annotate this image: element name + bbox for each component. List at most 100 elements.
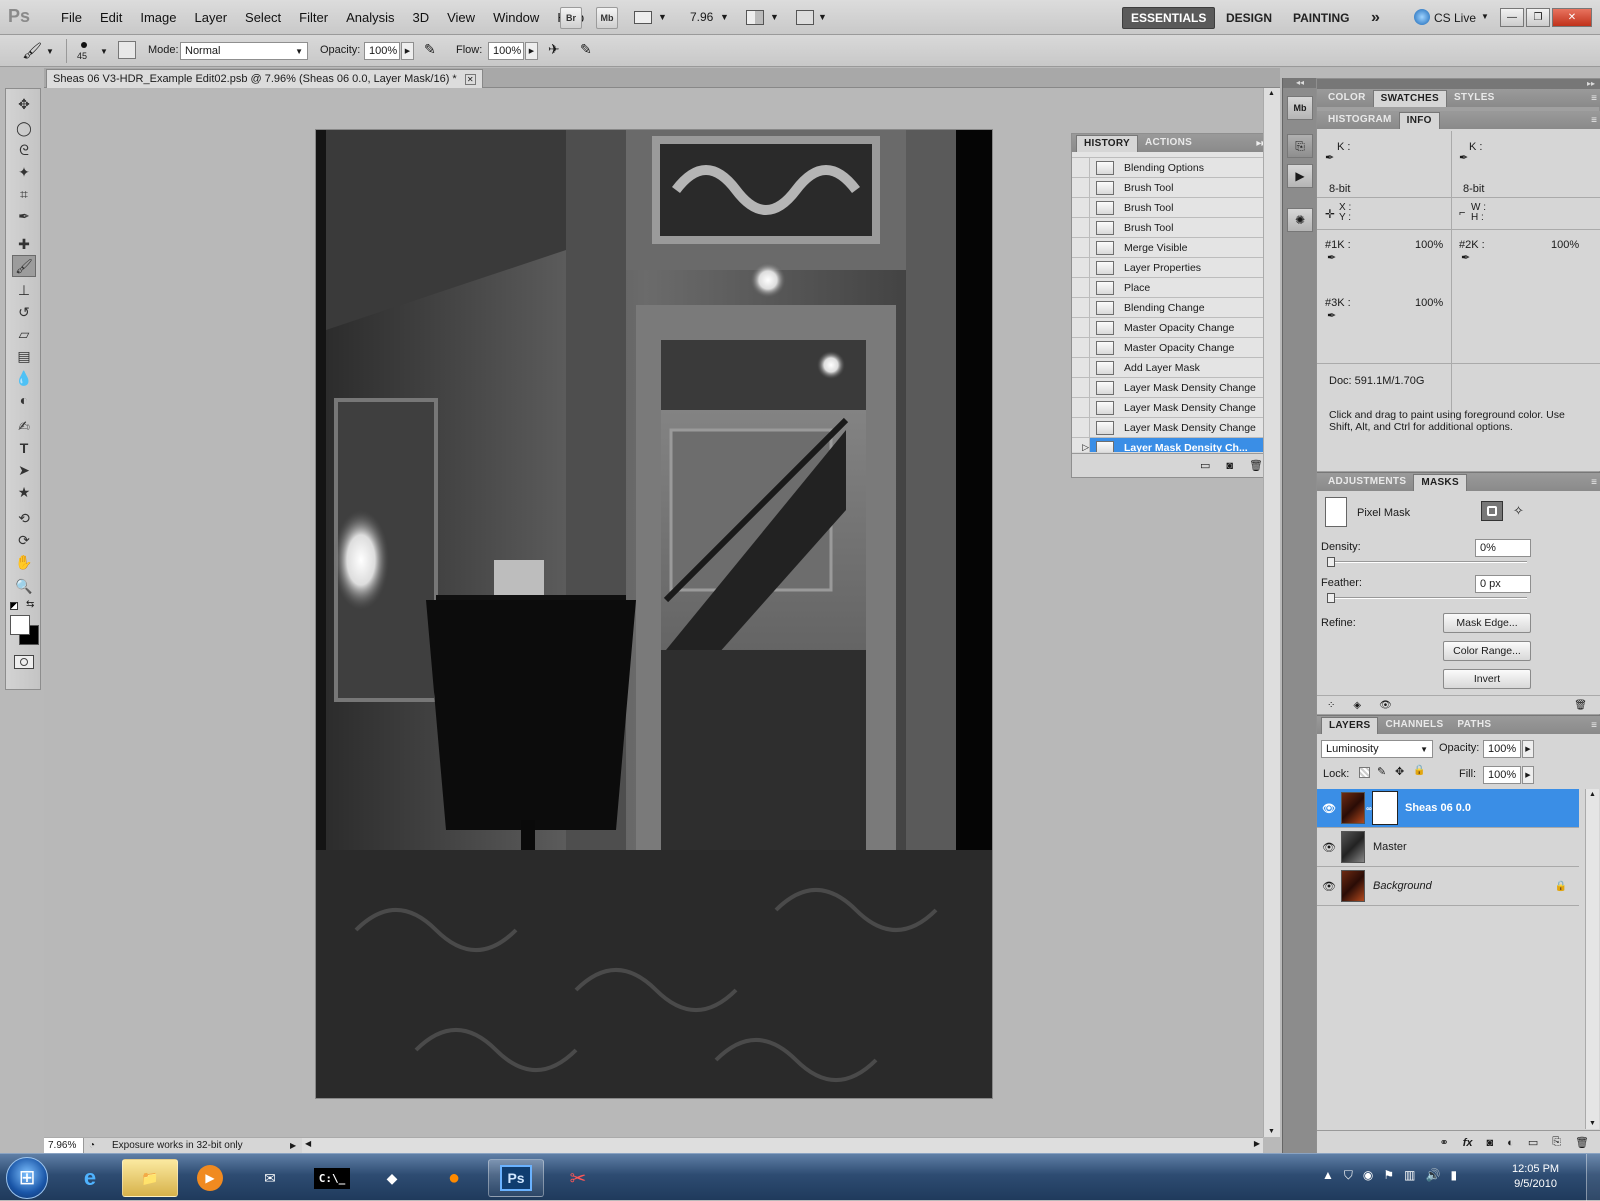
network-icon[interactable]: ▥ (1404, 1168, 1415, 1183)
chevron-down-icon[interactable]: ▼ (100, 47, 108, 56)
tab-swatches[interactable]: SWATCHES (1372, 90, 1447, 107)
menu-filter[interactable]: Filter (290, 10, 337, 25)
feather-input[interactable]: 0 px (1475, 575, 1531, 593)
mask-edge-button[interactable]: Mask Edge... (1443, 613, 1531, 633)
trash-icon[interactable]: 🗑 (1575, 1136, 1589, 1149)
mode-select[interactable]: Normal ▼ (180, 42, 308, 60)
command-prompt-icon[interactable]: C:\_ (304, 1159, 360, 1197)
chevron-down-icon[interactable]: ▼ (1481, 12, 1489, 21)
show-desktop-button[interactable] (1586, 1154, 1600, 1201)
panel-menu-icon[interactable]: ≡ (1591, 477, 1597, 488)
hand-tool-icon[interactable]: ✋ (12, 551, 36, 573)
tab-channels[interactable]: CHANNELS (1378, 717, 1450, 734)
history-item[interactable]: Blending Change (1072, 297, 1265, 318)
chevron-down-icon[interactable]: ▼ (770, 12, 779, 22)
gradient-tool-icon[interactable]: ▤ (12, 345, 36, 367)
brush-tool-preset-icon[interactable]: 🖌 (22, 41, 42, 61)
lasso-tool-icon[interactable]: ᘓ (12, 139, 36, 161)
tab-color[interactable]: COLOR (1321, 90, 1373, 107)
document-tab[interactable]: Sheas 06 V3-HDR_Example Edit02.psb @ 7.9… (46, 69, 483, 88)
fill-input[interactable]: 100% (1483, 766, 1521, 784)
quick-selection-tool-icon[interactable]: ✦ (12, 161, 36, 183)
history-item[interactable]: Brush Tool (1072, 217, 1265, 238)
mini-bridge-button[interactable]: Mb (596, 7, 618, 29)
vector-mask-icon[interactable]: ✧ (1513, 503, 1524, 519)
tab-histogram[interactable]: HISTOGRAM (1321, 112, 1399, 129)
blur-tool-icon[interactable]: 💧 (12, 367, 36, 389)
start-button[interactable]: ⊞ (6, 1157, 48, 1199)
arrange-documents-icon[interactable] (746, 10, 764, 25)
collapse-panels-icon[interactable]: ▸▸ (1317, 79, 1600, 89)
windows-live-icon[interactable]: ◆ (364, 1159, 420, 1197)
layer-row-selected[interactable]: 👁 ∞ Sheas 06 0.0 (1317, 789, 1579, 828)
type-tool-icon[interactable]: T (12, 437, 36, 459)
history-item[interactable]: Merge Visible (1072, 237, 1265, 258)
close-icon[interactable]: ✕ (1552, 8, 1592, 27)
tab-history[interactable]: HISTORY (1076, 135, 1138, 152)
link-layers-icon[interactable]: ⚭ (1440, 1136, 1449, 1149)
menu-window[interactable]: Window (484, 10, 548, 25)
snipping-tool-icon[interactable]: ✂ (550, 1159, 606, 1197)
pixel-mask-icon[interactable] (1481, 501, 1503, 521)
pressure-size-icon[interactable]: ✎ (580, 41, 592, 58)
document-image[interactable] (316, 130, 992, 1098)
history-item[interactable]: Layer Mask Density Change (1072, 397, 1265, 418)
layer-row[interactable]: 👁 Master (1317, 828, 1579, 867)
pressure-opacity-icon[interactable]: ✎ (424, 41, 436, 58)
history-item[interactable]: Brush Tool (1072, 197, 1265, 218)
chevron-down-icon[interactable]: ▼ (720, 12, 729, 22)
lock-all-icon[interactable]: 🔒 (1413, 765, 1425, 776)
visibility-eye-icon[interactable]: 👁 (1317, 802, 1341, 815)
tab-styles[interactable]: STYLES (1447, 90, 1502, 107)
new-document-from-state-icon[interactable]: ▭ (1200, 459, 1210, 472)
history-item[interactable]: Master Opacity Change (1072, 337, 1265, 358)
opacity-input[interactable]: 100% (364, 42, 400, 60)
add-mask-icon[interactable]: ◙ (1487, 1137, 1494, 1149)
security-shield-icon[interactable]: ⛉ (1344, 1168, 1353, 1183)
history-panel-icon[interactable]: ⎘ (1287, 134, 1313, 158)
restore-icon[interactable]: ❐ (1526, 8, 1550, 27)
photoshop-taskbar-icon[interactable]: Ps (488, 1159, 544, 1197)
view-extras-icon[interactable] (634, 11, 652, 24)
panel-menu-icon[interactable]: ≡ (1591, 93, 1597, 104)
expand-panels-icon[interactable]: ◂◂ (1283, 78, 1317, 88)
shape-tool-icon[interactable]: ★ (12, 481, 36, 503)
brush-panel-toggle-icon[interactable] (118, 41, 136, 59)
blend-mode-select[interactable]: Luminosity ▼ (1321, 740, 1433, 758)
history-brush-tool-icon[interactable]: ↺ (12, 301, 36, 323)
opacity-slider-arrow-icon[interactable]: ▶ (401, 42, 414, 60)
panel-menu-icon[interactable]: ≡ (1591, 115, 1597, 126)
flag-icon[interactable]: ⚑ (1383, 1168, 1394, 1183)
new-group-icon[interactable]: ▭ (1528, 1136, 1538, 1149)
swap-colors-icon[interactable]: ⇆ (26, 599, 34, 610)
dodge-tool-icon[interactable]: ◐ (12, 389, 36, 411)
apply-mask-icon[interactable]: ◈ (1353, 700, 1361, 711)
history-item[interactable]: Blending Options (1072, 157, 1265, 178)
lock-position-icon[interactable]: ✥ (1395, 765, 1404, 778)
eraser-tool-icon[interactable]: ▱ (12, 323, 36, 345)
zoom-level-display[interactable]: 7.96 (690, 10, 713, 24)
actions-panel-icon[interactable]: ▶ (1287, 164, 1313, 188)
feather-slider-thumb[interactable] (1327, 593, 1335, 603)
visibility-eye-icon[interactable]: 👁 (1317, 880, 1341, 893)
status-info-icon[interactable]: ◔ (84, 1140, 100, 1151)
menu-edit[interactable]: Edit (91, 10, 131, 25)
3d-orbit-tool-icon[interactable]: ⟳ (12, 529, 36, 551)
trash-icon[interactable]: 🗑 (1574, 700, 1587, 711)
density-slider-thumb[interactable] (1327, 557, 1335, 567)
lock-image-icon[interactable]: ✎ (1377, 765, 1386, 778)
workspace-essentials[interactable]: ESSENTIALS (1122, 7, 1216, 29)
bridge-button[interactable]: Br (560, 7, 582, 29)
tab-masks[interactable]: MASKS (1413, 474, 1467, 491)
flow-input[interactable]: 100% (488, 42, 524, 60)
menu-layer[interactable]: Layer (186, 10, 237, 25)
chevron-down-icon[interactable]: ▼ (818, 12, 827, 22)
chevron-down-icon[interactable]: ▼ (658, 12, 667, 22)
workspace-design[interactable]: DESIGN (1226, 6, 1272, 30)
status-menu-arrow-icon[interactable]: ▶ (290, 1141, 302, 1150)
eyedropper-tool-icon[interactable]: ✒ (12, 205, 36, 227)
layer-row[interactable]: 👁 Background 🔒 (1317, 867, 1579, 906)
zoom-tool-icon[interactable]: 🔍 (12, 575, 36, 597)
menu-image[interactable]: Image (131, 10, 185, 25)
healing-brush-tool-icon[interactable]: ✚ (12, 233, 36, 255)
